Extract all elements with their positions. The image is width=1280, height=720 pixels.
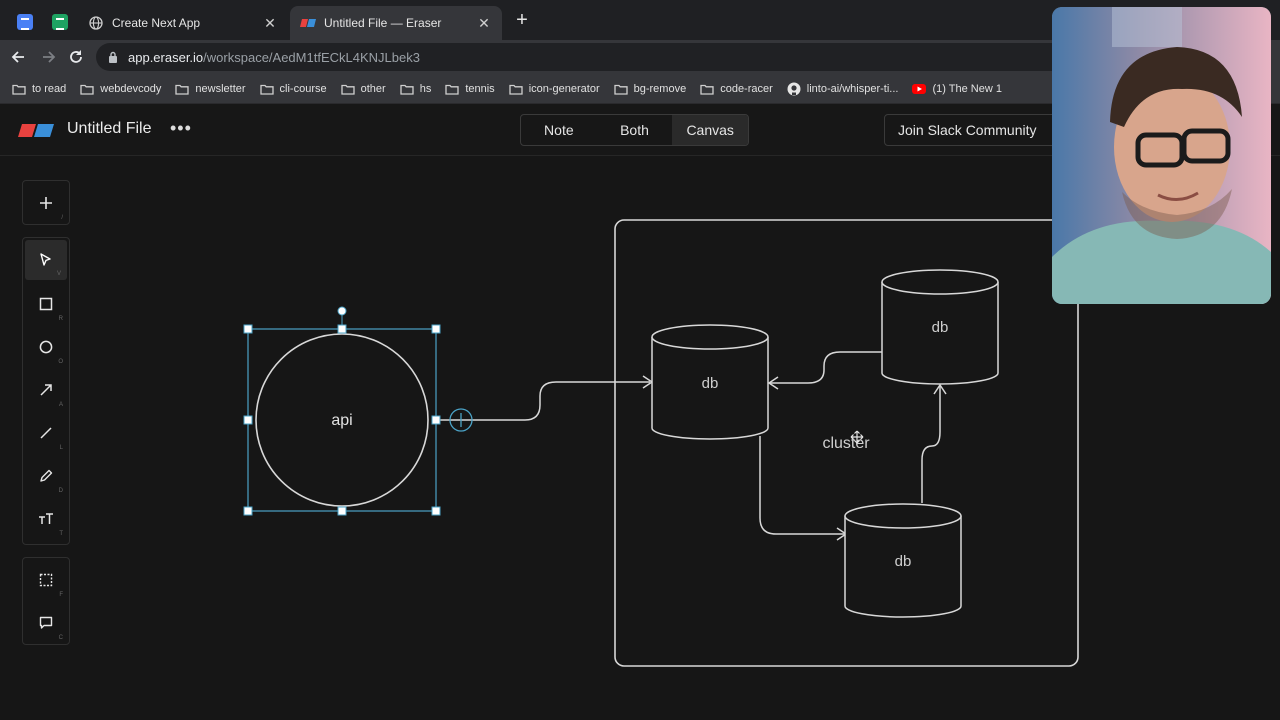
resize-handle-w[interactable] [243,415,253,425]
google-sheets-icon[interactable] [52,14,68,30]
back-arrow-icon[interactable] [8,46,30,68]
bookmark-label: linto-ai/whisper-ti... [806,82,899,95]
rotate-handle[interactable] [337,306,347,316]
view-mode-both[interactable]: Both [597,115,673,145]
db-label: db [702,375,719,392]
bookmark-item[interactable]: hs [400,82,432,95]
join-slack-button[interactable]: Join Slack Community [884,114,1064,146]
bookmark-item[interactable]: code-racer [700,83,773,95]
tab-title: Create Next App [112,16,201,30]
bookmark-item[interactable]: webdevcody [80,83,161,95]
eraser-logo-icon [300,15,316,31]
resize-handle-n[interactable] [337,324,347,334]
bookmark-item[interactable]: cli-course [259,82,327,95]
bookmark-label: newsletter [195,82,246,95]
close-tab-icon[interactable]: ✕ [476,15,492,31]
folder-icon [340,83,361,95]
connector-db-bottom-to-db-top[interactable] [921,386,941,503]
bookmark-item[interactable]: tennis [445,82,495,95]
tab-title: Untitled File — Eraser [324,16,442,30]
file-title[interactable]: Untitled File [67,120,151,138]
bookmark-label: code-racer [720,82,773,95]
bookmark-item[interactable]: linto-ai/whisper-ti... [787,82,899,96]
new-tab-icon[interactable]: + [512,10,532,32]
bookmark-label: to read [32,82,67,95]
selection-box [247,311,437,512]
youtube-icon [912,83,932,94]
db-cylinder-bottom[interactable]: db [844,503,962,618]
resize-handle-e[interactable] [431,415,441,425]
lock-icon [108,51,118,63]
folder-icon [400,83,420,95]
folder-icon [509,83,529,95]
webcam-overlay [1052,7,1271,304]
folder-icon [80,83,100,95]
db-label: db [932,319,949,336]
api-label[interactable]: api [331,412,352,429]
bookmark-label: webdevcody [100,82,162,95]
resize-handle-s[interactable] [337,506,347,516]
view-mode-toggle: Note Both Canvas [520,114,749,146]
bookmark-item[interactable]: (1) The New 1 [912,83,1002,95]
resize-handle-sw[interactable] [243,506,253,516]
eraser-logo[interactable] [18,124,54,137]
resize-handle-ne[interactable] [431,324,441,334]
view-mode-note[interactable]: Note [521,115,597,145]
folder-icon [700,83,720,95]
address-bar[interactable]: app.eraser.io/workspace/AedM1tfECkL4KNJL… [96,43,1086,71]
connector-api-to-db[interactable] [436,381,650,421]
screen: Create Next App ✕ Untitled File — Eraser… [0,0,1280,720]
connector-db-top-to-db-left[interactable] [770,351,882,384]
forward-arrow-icon[interactable] [37,46,59,68]
bookmark-label: other [360,82,386,95]
browser-tab-create-next-app[interactable]: Create Next App ✕ [78,6,288,40]
google-docs-icon[interactable] [17,14,33,30]
bookmark-label: bg-remove [633,82,687,95]
presenter-video [1052,7,1271,304]
reload-icon[interactable] [65,46,87,68]
folder-icon [12,83,32,95]
folder-icon [445,83,465,95]
bookmark-item[interactable]: newsletter [175,82,246,95]
bookmark-label: (1) The New 1 [932,82,1002,95]
folder-icon [613,83,634,95]
bookmark-item[interactable]: icon-generator [509,83,600,95]
browser-tab-eraser[interactable]: Untitled File — Eraser ✕ [290,6,502,40]
bookmark-item[interactable]: to read [12,83,66,95]
bookmark-item[interactable]: bg-remove [613,82,687,95]
folder-icon [175,83,195,95]
url-path: /workspace/AedM1tfECkL4KNJLbek3 [203,49,420,65]
bookmark-label: tennis [465,82,495,95]
globe-icon [88,15,104,31]
db-cylinder-top-right[interactable]: db [881,269,999,385]
url-host: app.eraser.io [128,49,204,65]
db-cylinder-left[interactable]: db [651,324,769,440]
db-label: db [895,553,912,570]
more-options-icon[interactable]: ••• [170,118,192,139]
github-icon [787,82,807,96]
view-mode-canvas[interactable]: Canvas [672,115,748,145]
bookmark-label: hs [419,82,432,95]
bookmark-label: cli-course [279,82,327,95]
resize-handle-nw[interactable] [243,324,253,334]
bookmark-label: icon-generator [528,82,600,95]
close-tab-icon[interactable]: ✕ [262,15,278,31]
resize-handle-se[interactable] [431,506,441,516]
bookmark-item[interactable]: other [340,82,386,95]
folder-icon [259,83,280,95]
